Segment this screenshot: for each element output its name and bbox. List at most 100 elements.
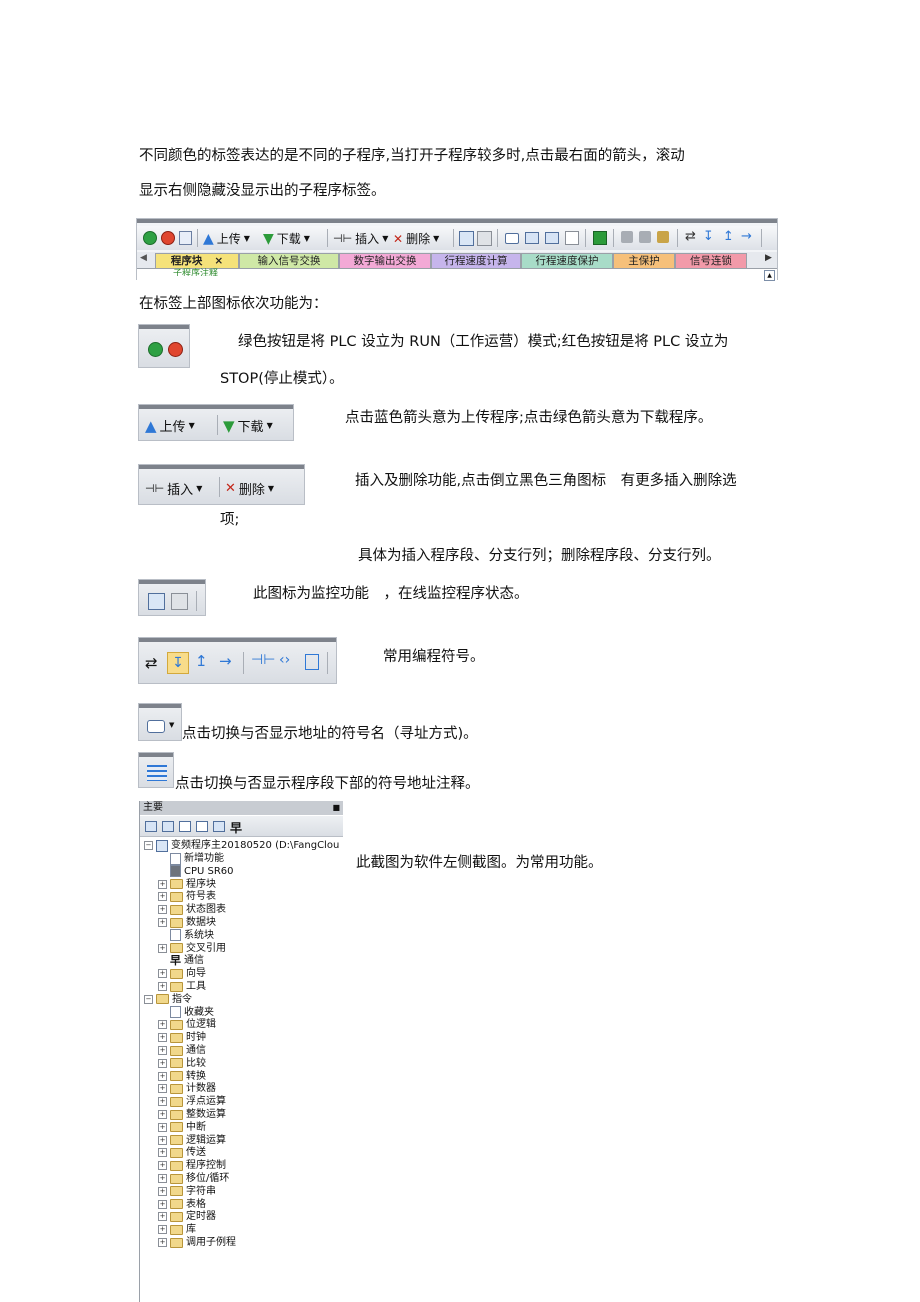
tree-item[interactable]: + 浮点运算 <box>158 1095 226 1108</box>
expand-icon[interactable]: + <box>158 1071 167 1081</box>
remove-icon[interactable] <box>565 231 579 245</box>
tree-item[interactable]: + 中断 <box>158 1121 206 1134</box>
line-down-icon[interactable]: ↧ <box>703 229 714 244</box>
expand-icon[interactable]: + <box>158 1148 167 1158</box>
tree-item[interactable]: + 调用子例程 <box>158 1236 236 1249</box>
monitor-pause-icon[interactable] <box>477 231 492 246</box>
expand-icon[interactable]: + <box>158 982 167 991</box>
tree-item[interactable]: − 指令 <box>144 993 192 1006</box>
tree-item[interactable]: + 传送 <box>158 1146 206 1159</box>
tree-item[interactable]: 早通信 <box>158 954 204 967</box>
tree-tool-list-icon[interactable] <box>196 821 208 832</box>
tab-5[interactable]: 主保护 <box>613 253 675 268</box>
delete-button[interactable]: ✕ 删除 ▼ <box>225 479 274 498</box>
upload-button[interactable]: ▲ 上传 ▼ <box>145 416 195 436</box>
open-editor-icon[interactable] <box>525 232 539 244</box>
tree-item[interactable]: 收藏夹 <box>158 1006 214 1019</box>
tree-root-row[interactable]: − 变频程序主20180520 (D:\FangCloudSync\E <box>144 839 339 852</box>
box-icon[interactable] <box>305 654 319 670</box>
tree-item[interactable]: + 移位/循环 <box>158 1172 229 1185</box>
expand-icon[interactable]: + <box>158 1174 167 1183</box>
chevron-down-icon[interactable]: ▼ <box>169 721 174 729</box>
run-icon[interactable] <box>143 231 157 245</box>
tab-2[interactable]: 数字输出交换 <box>339 253 431 268</box>
tab-close-icon[interactable]: × <box>214 255 223 267</box>
tree-item[interactable]: + 向导 <box>158 967 206 980</box>
tree-item[interactable]: + 数据块 <box>158 916 216 929</box>
tree-item[interactable]: + 工具 <box>158 980 206 993</box>
tree-item[interactable]: + 库 <box>158 1223 196 1236</box>
tab-6[interactable]: 信号连锁 <box>675 253 747 268</box>
line-up-icon[interactable]: ↥ <box>195 652 208 670</box>
expand-icon[interactable]: + <box>158 1110 167 1119</box>
line-right-icon[interactable]: → <box>219 652 232 670</box>
expand-icon[interactable]: + <box>158 1046 167 1055</box>
tab-4[interactable]: 行程速度保护 <box>521 253 613 268</box>
expand-icon[interactable]: + <box>158 1122 167 1132</box>
lock-icon[interactable] <box>621 231 633 243</box>
tree-item[interactable]: + 符号表 <box>158 890 216 903</box>
comment-toggle-icon[interactable] <box>147 765 167 781</box>
download-button[interactable]: ▼ 下载 ▼ <box>223 416 273 436</box>
expand-icon[interactable]: + <box>158 1161 167 1171</box>
expand-icon[interactable]: + <box>158 1212 167 1222</box>
tab-0[interactable]: 程序块 × <box>155 253 239 268</box>
tree-item[interactable]: + 程序控制 <box>158 1159 226 1172</box>
tree-item[interactable]: + 表格 <box>158 1198 206 1211</box>
coil-icon[interactable]: ‹› <box>279 652 290 668</box>
tree-item[interactable]: 系统块 <box>158 929 214 942</box>
contact-icon[interactable]: ⊣⊢ <box>251 652 275 668</box>
expand-icon[interactable]: + <box>158 969 167 979</box>
lock-all-icon[interactable] <box>639 231 651 243</box>
insert-button[interactable]: ⊣⊢ 插入 ▼ <box>333 230 388 247</box>
symbol-toggle-icon[interactable] <box>505 233 519 244</box>
tree-item[interactable]: + 字符串 <box>158 1185 216 1198</box>
monitor-pause-icon[interactable] <box>171 593 188 610</box>
compile-icon[interactable] <box>179 231 192 245</box>
tree-item[interactable]: 新增功能 <box>158 852 224 865</box>
tree-item[interactable]: + 时钟 <box>158 1031 206 1044</box>
expand-icon[interactable]: + <box>158 943 167 953</box>
scroll-up-icon[interactable]: ▲ <box>764 270 775 281</box>
monitor-icon[interactable] <box>148 593 165 610</box>
tree-tool-comm-icon[interactable]: 早 <box>230 819 242 836</box>
collapse-icon[interactable]: − <box>144 994 153 1004</box>
stop-icon[interactable] <box>161 231 175 245</box>
tree-tool-doc-icon[interactable] <box>179 821 191 832</box>
tree-tool-image-icon[interactable] <box>213 821 225 832</box>
expand-icon[interactable]: + <box>158 1097 167 1107</box>
expand-icon[interactable]: + <box>158 1238 167 1247</box>
expand-icon[interactable]: + <box>158 1225 167 1235</box>
expand-icon[interactable]: + <box>158 1033 167 1043</box>
insert-button[interactable]: ⊣⊢ 插入 ▼ <box>145 479 202 498</box>
collapse-icon[interactable]: − <box>144 841 153 850</box>
branch-icon[interactable]: ⇄ <box>145 654 158 672</box>
tree-item[interactable]: + 位逻辑 <box>158 1018 216 1031</box>
download-button[interactable]: ▼ 下载 ▼ <box>263 230 310 247</box>
tree-tool-open-icon[interactable] <box>145 821 157 832</box>
expand-icon[interactable]: + <box>158 1020 167 1030</box>
close-editor-icon[interactable] <box>545 232 559 244</box>
expand-icon[interactable]: + <box>158 905 167 915</box>
expand-icon[interactable]: + <box>158 1058 167 1068</box>
unlock-icon[interactable] <box>657 231 669 243</box>
tree-item[interactable]: + 通信 <box>158 1044 206 1057</box>
tree-item[interactable]: + 定时器 <box>158 1210 216 1223</box>
expand-icon[interactable]: + <box>158 1084 167 1094</box>
monitor-icon[interactable] <box>459 231 474 246</box>
tab-scroll-left-icon[interactable]: ◀ <box>140 253 147 263</box>
expand-icon[interactable]: + <box>158 1199 167 1209</box>
pin-icon[interactable]: ■ <box>332 801 340 815</box>
line-up-icon[interactable]: ↥ <box>723 229 734 244</box>
tree-item[interactable]: + 计数器 <box>158 1082 216 1095</box>
expand-icon[interactable]: + <box>158 1135 167 1145</box>
run-icon[interactable] <box>148 342 163 357</box>
tree-item[interactable]: + 逻辑运算 <box>158 1134 226 1147</box>
expand-icon[interactable]: + <box>158 1186 167 1196</box>
tree-item[interactable]: + 比较 <box>158 1057 206 1070</box>
tree-item[interactable]: + 转换 <box>158 1070 206 1083</box>
tree-item[interactable]: CPU SR60 <box>158 865 234 878</box>
upload-button[interactable]: ▲ 上传 ▼ <box>203 230 250 247</box>
stop-icon[interactable] <box>168 342 183 357</box>
tree-item[interactable]: + 整数运算 <box>158 1108 226 1121</box>
